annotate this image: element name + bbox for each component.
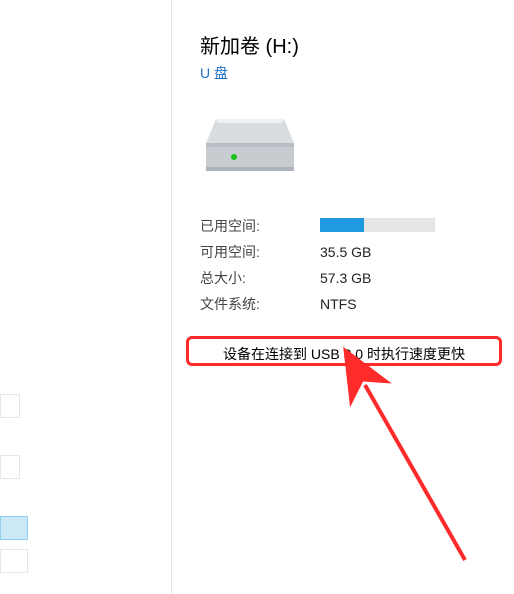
left-list-item[interactable] xyxy=(0,394,20,418)
filesystem-label: 文件系统: xyxy=(200,294,320,314)
left-list-item[interactable] xyxy=(0,455,20,479)
filesystem-value: NTFS xyxy=(320,296,357,312)
stat-row-used: 已用空间: xyxy=(200,213,500,239)
drive-details-panel: 新加卷 (H:) U 盘 已用空间: xyxy=(200,30,500,317)
used-space-label: 已用空间: xyxy=(200,216,320,236)
drive-details-root: 新加卷 (H:) U 盘 已用空间: xyxy=(0,0,514,594)
left-list-item[interactable] xyxy=(0,549,28,573)
drive-subtitle[interactable]: U 盘 xyxy=(200,63,500,83)
total-size-value: 57.3 GB xyxy=(320,270,371,286)
stat-row-fs: 文件系统: NTFS xyxy=(200,291,500,317)
used-space-bar xyxy=(320,218,435,235)
free-space-value: 35.5 GB xyxy=(320,244,371,260)
drive-icon xyxy=(200,113,300,193)
stat-row-total: 总大小: 57.3 GB xyxy=(200,265,500,291)
progress-bar xyxy=(320,218,435,232)
usb-speed-notice: 设备在连接到 USB 3.0 时执行速度更快 xyxy=(186,336,502,366)
vertical-divider xyxy=(171,0,172,594)
stat-row-free: 可用空间: 35.5 GB xyxy=(200,239,500,265)
left-collapsed-column xyxy=(0,0,48,594)
total-size-label: 总大小: xyxy=(200,268,320,288)
progress-fill xyxy=(320,218,364,232)
drive-title: 新加卷 (H:) xyxy=(200,30,500,59)
usb-speed-text: 设备在连接到 USB 3.0 时执行速度更快 xyxy=(223,346,465,362)
free-space-label: 可用空间: xyxy=(200,242,320,262)
left-list-item-selected[interactable] xyxy=(0,516,28,540)
